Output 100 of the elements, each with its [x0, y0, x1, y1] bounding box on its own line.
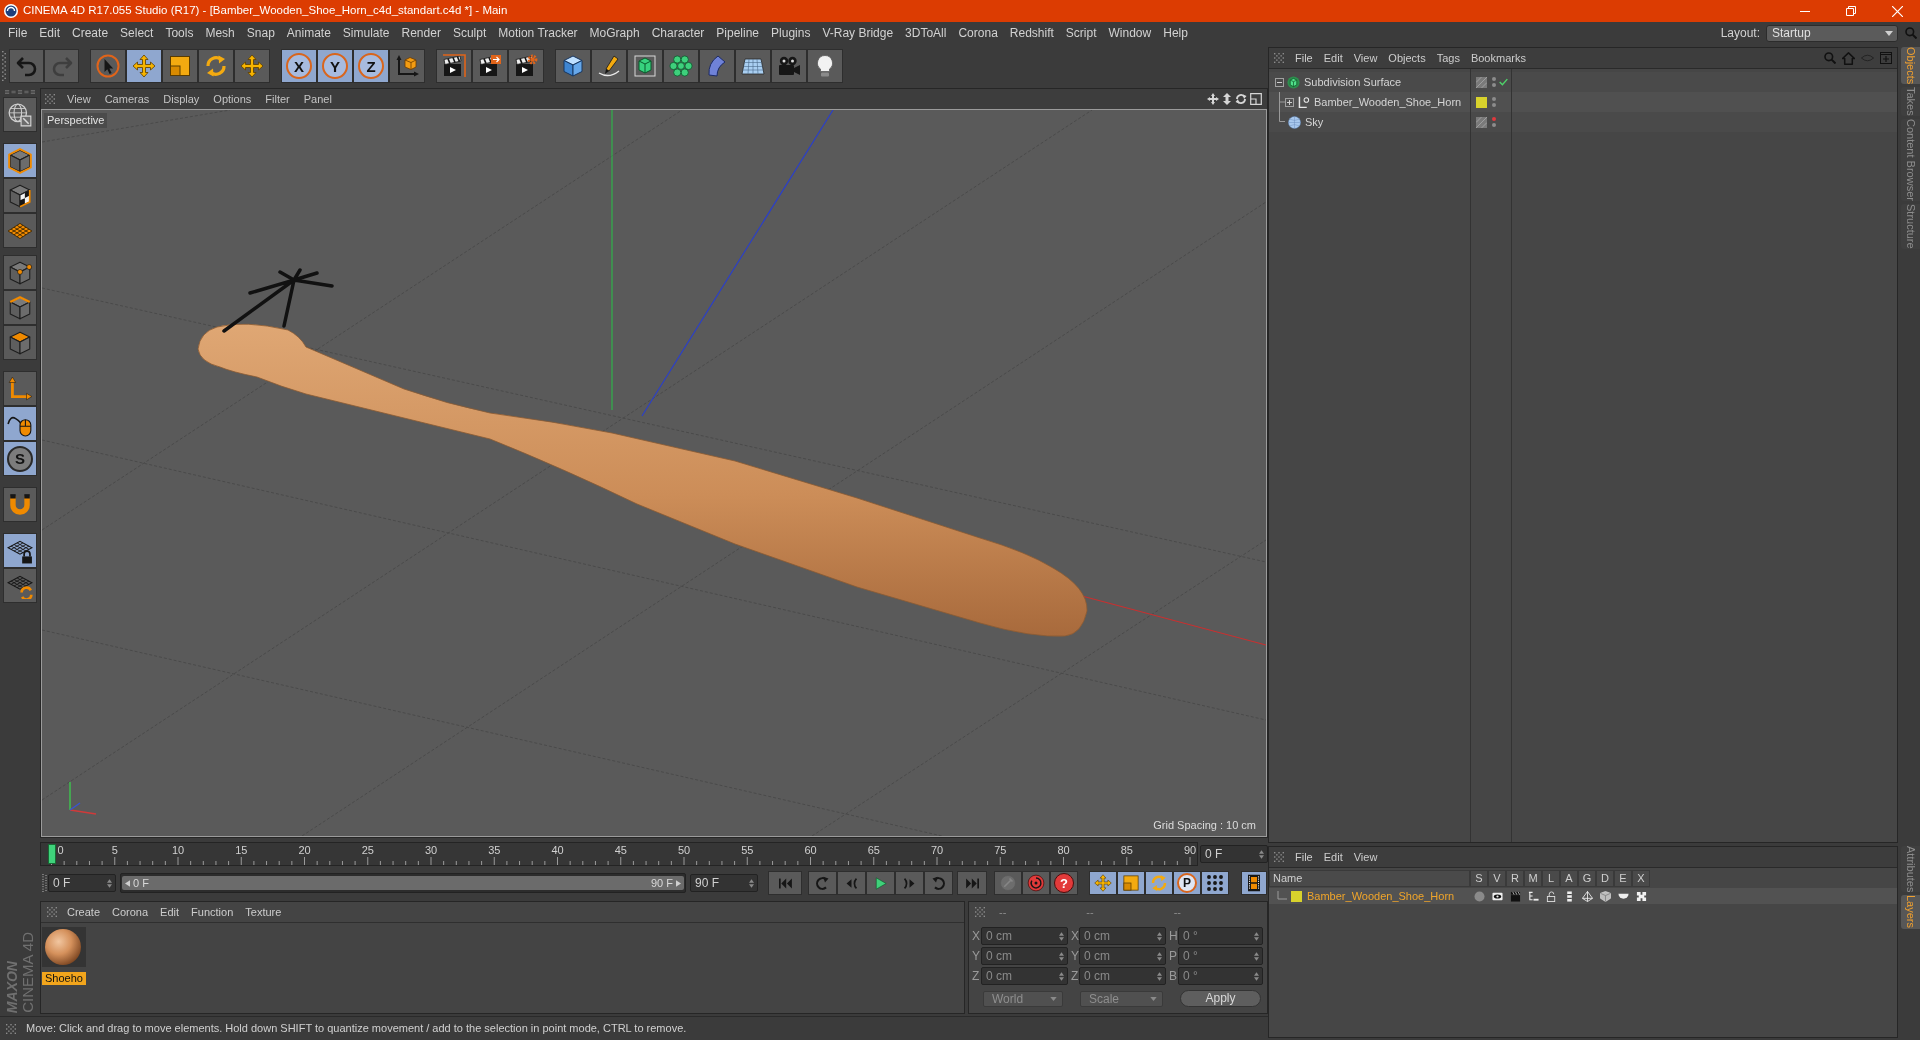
- tree-lines-icon[interactable]: [1527, 890, 1539, 902]
- grip-icon[interactable]: [2, 51, 6, 81]
- menu-item[interactable]: Corona: [112, 903, 149, 921]
- undo-button[interactable]: [9, 49, 44, 83]
- menu-item[interactable]: Corona: [958, 24, 998, 42]
- play-button[interactable]: [866, 871, 895, 895]
- layout-dropdown[interactable]: Startup: [1766, 24, 1898, 42]
- menu-item[interactable]: Motion Tracker: [498, 24, 578, 42]
- menu-item[interactable]: Edit: [1323, 848, 1343, 866]
- select-button[interactable]: [90, 49, 126, 83]
- autokey-button[interactable]: [1022, 871, 1050, 895]
- spinner-arrows-icon[interactable]: [1059, 951, 1064, 961]
- material-name[interactable]: Shoeho: [42, 972, 86, 985]
- model-button[interactable]: [3, 143, 37, 178]
- to-start-button[interactable]: [768, 871, 802, 895]
- timeline-button[interactable]: [1241, 871, 1267, 895]
- coordinates-button[interactable]: [389, 49, 425, 83]
- menu-item[interactable]: File: [1295, 848, 1313, 866]
- size-field[interactable]: 0 cm: [1079, 927, 1166, 945]
- panel-tab[interactable]: Takes: [1901, 87, 1920, 117]
- column-header[interactable]: Name: [1269, 870, 1470, 887]
- transform-button[interactable]: [234, 49, 270, 83]
- column-header[interactable]: M: [1524, 870, 1542, 887]
- menu-item[interactable]: 3DToAll: [905, 24, 947, 42]
- position-field[interactable]: 0 cm: [981, 947, 1068, 965]
- menu-item[interactable]: Window: [1108, 24, 1152, 42]
- menu-item[interactable]: Plugins: [771, 24, 811, 42]
- eye-icon[interactable]: [1491, 890, 1503, 902]
- disc-icon[interactable]: [1473, 890, 1485, 902]
- object-name[interactable]: Sky: [1305, 113, 1324, 131]
- edges-button[interactable]: [3, 290, 37, 325]
- spinner-arrows-icon[interactable]: [1157, 971, 1162, 981]
- spinner-arrows-icon[interactable]: [107, 878, 112, 888]
- spinner-arrows-icon[interactable]: [1254, 931, 1259, 941]
- menu-item[interactable]: View: [1353, 848, 1378, 866]
- layer-name[interactable]: Bamber_Wooden_Shoe_Horn: [1307, 887, 1455, 905]
- clapper-icon[interactable]: [1509, 890, 1521, 902]
- striped-swatch-icon[interactable]: [1476, 116, 1487, 128]
- menu-item[interactable]: Tags: [1436, 49, 1460, 67]
- zoom-view-icon[interactable]: [1222, 93, 1232, 105]
- menu-item[interactable]: Cameras: [104, 90, 150, 108]
- points-button[interactable]: [3, 255, 37, 290]
- rotation-field[interactable]: 0 °: [1178, 927, 1263, 945]
- object-row[interactable]: Subdivision Surface: [1269, 72, 1897, 92]
- scale-button[interactable]: [162, 49, 198, 83]
- keyframe-help-button[interactable]: ?: [1050, 871, 1078, 895]
- menu-item[interactable]: File: [8, 24, 28, 42]
- layer-color-swatch[interactable]: [1291, 890, 1302, 902]
- material-preview[interactable]: [42, 927, 86, 967]
- object-row[interactable]: Sky: [1269, 112, 1897, 132]
- menu-item[interactable]: Pipeline: [716, 24, 760, 42]
- menu-item[interactable]: Display: [163, 90, 200, 108]
- menu-item[interactable]: MoGraph: [589, 24, 640, 42]
- parameter-key-button[interactable]: P: [1173, 871, 1201, 895]
- move-button[interactable]: [126, 49, 162, 83]
- column-header[interactable]: A: [1560, 870, 1578, 887]
- object-name[interactable]: Subdivision Surface: [1304, 73, 1402, 91]
- prev-key-button[interactable]: [808, 871, 837, 895]
- grip-icon[interactable]: [1274, 852, 1284, 862]
- menu-item[interactable]: Character: [651, 24, 705, 42]
- column-header[interactable]: V: [1488, 870, 1506, 887]
- position-field[interactable]: 0 cm: [981, 927, 1068, 945]
- spinner-arrows-icon[interactable]: [749, 878, 754, 888]
- axis-lock-button[interactable]: Z: [353, 49, 389, 83]
- collapse-toggle-icon[interactable]: [1275, 77, 1284, 87]
- move-button[interactable]: [1089, 871, 1117, 895]
- grip-icon[interactable]: [42, 874, 47, 892]
- menu-item[interactable]: Edit: [160, 903, 180, 921]
- workplane-button[interactable]: [3, 213, 37, 248]
- unlock-icon[interactable]: [1545, 890, 1557, 902]
- apply-button[interactable]: Apply: [1180, 990, 1261, 1007]
- panel-tab[interactable]: Layers: [1901, 895, 1920, 929]
- grip-icon[interactable]: [5, 90, 35, 94]
- striped-swatch-icon[interactable]: [1476, 76, 1487, 88]
- menu-item[interactable]: Filter: [265, 90, 290, 108]
- size-field[interactable]: 0 cm: [1079, 947, 1166, 965]
- cross-shape-icon[interactable]: [1635, 890, 1647, 902]
- menu-item[interactable]: View: [1353, 49, 1378, 67]
- size-field[interactable]: 0 cm: [1079, 967, 1166, 985]
- align-workplane-button[interactable]: [3, 568, 37, 603]
- subdivision-button[interactable]: [627, 49, 663, 83]
- cloner-button[interactable]: [663, 49, 699, 83]
- cube-button[interactable]: [555, 49, 591, 83]
- menu-item[interactable]: Snap: [246, 24, 275, 42]
- spinner-arrows-icon[interactable]: [1059, 931, 1064, 941]
- floor-button[interactable]: [735, 49, 771, 83]
- to-end-button[interactable]: [957, 871, 987, 895]
- texture-button[interactable]: [3, 178, 37, 213]
- playhead-marker[interactable]: [47, 844, 56, 864]
- rotate-button[interactable]: [198, 49, 234, 83]
- frame-field[interactable]: 0 F: [48, 874, 116, 892]
- next-key-button[interactable]: [924, 871, 953, 895]
- axis-mode-button[interactable]: [3, 371, 37, 406]
- polygons-button[interactable]: [3, 325, 37, 360]
- current-frame-field[interactable]: 0 F: [1200, 845, 1268, 863]
- column-header[interactable]: E: [1614, 870, 1632, 887]
- menu-item[interactable]: Tools: [165, 24, 194, 42]
- menu-item[interactable]: Animate: [286, 24, 331, 42]
- menu-item[interactable]: Options: [213, 90, 252, 108]
- menu-item[interactable]: Edit: [1323, 49, 1343, 67]
